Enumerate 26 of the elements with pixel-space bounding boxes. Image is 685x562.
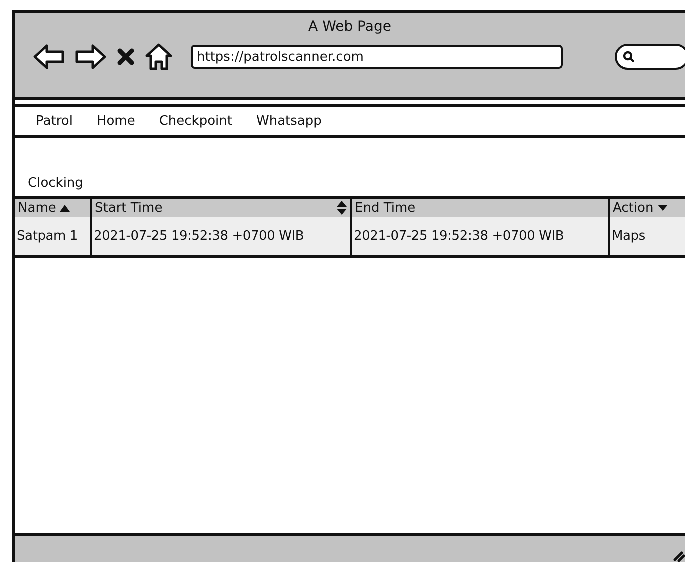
search-icon [623, 51, 635, 63]
column-header[interactable]: Name [12, 199, 90, 217]
back-icon[interactable] [33, 44, 65, 70]
table-cell: Maps [608, 217, 685, 255]
search-field[interactable] [615, 44, 685, 70]
nav-link[interactable]: Patrol [36, 114, 73, 128]
nav-link[interactable]: Checkpoint [159, 114, 232, 128]
table-cell: Satpam 1 [12, 217, 90, 255]
column-header[interactable]: Action [608, 199, 685, 217]
nav-link[interactable]: Home [96, 114, 136, 128]
column-label: Name [18, 200, 56, 216]
window-title: A Web Page [308, 19, 392, 35]
column-header[interactable]: Start Time [90, 199, 350, 217]
forward-icon[interactable] [75, 44, 107, 70]
section-heading: Clocking [28, 176, 84, 193]
column-header[interactable]: End Time [350, 199, 608, 217]
close-icon[interactable] [117, 48, 135, 66]
resize-grip-icon[interactable] [673, 550, 685, 562]
table-cell: 2021-07-25 19:52:38 +0700 WIB [90, 217, 350, 255]
column-label: End Time [355, 200, 416, 216]
address-field[interactable]: https://patrolscanner.com [191, 45, 563, 69]
column-label: Start Time [95, 200, 163, 216]
nav-link[interactable]: Whatsapp [256, 114, 322, 128]
table-cell: 2021-07-25 19:52:38 +0700 WIB [350, 217, 608, 255]
column-label: Action [613, 200, 654, 216]
home-icon[interactable] [145, 43, 173, 71]
